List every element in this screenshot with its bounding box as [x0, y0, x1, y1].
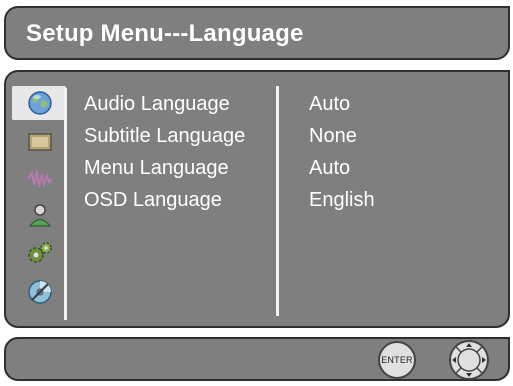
- category-sidebar: [12, 86, 66, 318]
- setting-value-osd-language[interactable]: English: [309, 188, 375, 220]
- globe-language-icon[interactable]: [26, 89, 54, 117]
- setting-label-audio-language[interactable]: Audio Language: [84, 92, 245, 124]
- gears-settings-icon[interactable]: [26, 239, 54, 267]
- page-title: Setup Menu---Language: [26, 20, 304, 47]
- audio-wave-icon[interactable]: [26, 165, 54, 193]
- setting-value-menu-language[interactable]: Auto: [309, 156, 375, 188]
- setting-value-audio-language[interactable]: Auto: [309, 92, 375, 124]
- setting-value-subtitle-language[interactable]: None: [309, 124, 375, 156]
- setting-label-osd-language[interactable]: OSD Language: [84, 188, 245, 220]
- settings-values: Auto None Auto English: [309, 92, 375, 220]
- display-monitor-icon[interactable]: [26, 128, 54, 156]
- footer-bar: ENTER: [4, 337, 510, 381]
- enter-button[interactable]: ENTER: [378, 341, 416, 379]
- settings-panel: Audio Language Subtitle Language Menu La…: [4, 70, 510, 328]
- directional-pad-icon[interactable]: [448, 339, 490, 381]
- sidebar-divider: [64, 88, 67, 320]
- value-divider: [276, 86, 279, 316]
- user-profile-icon[interactable]: [26, 201, 54, 229]
- disc-icon[interactable]: [26, 278, 54, 306]
- setting-label-menu-language[interactable]: Menu Language: [84, 156, 245, 188]
- settings-labels: Audio Language Subtitle Language Menu La…: [84, 92, 245, 220]
- title-bar: Setup Menu---Language: [4, 6, 510, 60]
- setting-label-subtitle-language[interactable]: Subtitle Language: [84, 124, 245, 156]
